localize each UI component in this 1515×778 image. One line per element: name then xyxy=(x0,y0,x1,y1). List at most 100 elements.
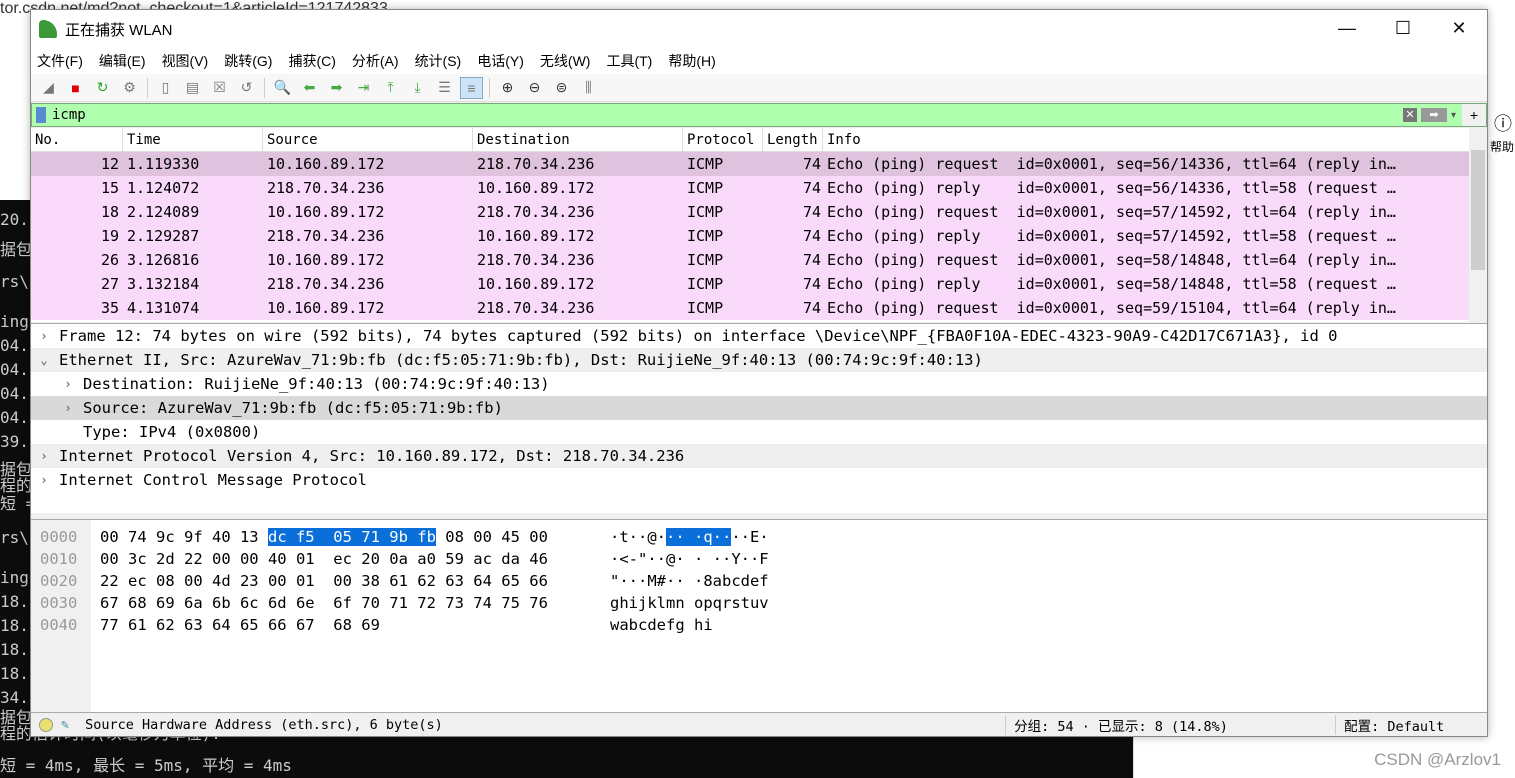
menu-item[interactable]: 工具(T) xyxy=(606,51,652,71)
resize-columns-icon[interactable]: ⫼ xyxy=(577,77,600,99)
column-header-info[interactable]: Info xyxy=(823,128,1487,151)
clear-filter-icon[interactable]: ✕ xyxy=(1402,108,1417,122)
stop-icon[interactable]: ■ xyxy=(64,77,87,99)
reload-icon[interactable]: ↺ xyxy=(235,77,258,99)
menu-item[interactable]: 统计(S) xyxy=(415,51,462,71)
apply-filter-icon[interactable]: ➡ xyxy=(1420,108,1447,122)
menu-item[interactable]: 帮助(H) xyxy=(668,51,715,71)
packet-cell: 10.160.89.172 xyxy=(477,179,595,197)
detail-tree-item[interactable]: › Destination: RuijieNe_9f:40:13 (00:74:9… xyxy=(31,372,1487,396)
packet-row[interactable]: 18 2.124089 10.160.89.172 218.70.34.236 ICMP… xyxy=(31,200,1469,224)
collapsed-chevron-icon[interactable]: › xyxy=(59,396,77,420)
minimize-button[interactable]: — xyxy=(1319,10,1375,48)
packet-row[interactable]: 26 3.126816 10.160.89.172 218.70.34.236 ICMP… xyxy=(31,248,1469,272)
expanded-chevron-icon[interactable]: ⌄ xyxy=(35,348,53,372)
detail-tree-item[interactable]: › Source: AzureWav_71:9b:fb (dc:f5:05:71:… xyxy=(31,396,1487,420)
column-header-destination[interactable]: Destination xyxy=(473,128,683,151)
last-packet-icon[interactable]: ⤓ xyxy=(406,77,429,99)
menu-item[interactable]: 文件(F) xyxy=(37,51,83,71)
collapsed-chevron-icon[interactable]: › xyxy=(35,444,53,468)
packet-cell: 2.124089 xyxy=(127,203,200,221)
packet-cell: 15 xyxy=(100,179,119,197)
edit-comment-icon[interactable]: ✎ xyxy=(61,717,69,733)
packet-list: No. Time Source Destination Protocol Length In… xyxy=(31,128,1487,322)
ascii-b: ··E· xyxy=(731,528,769,546)
packet-row[interactable]: 35 4.131074 10.160.89.172 218.70.34.236 ICMP… xyxy=(31,296,1469,320)
forward-icon[interactable]: ➡ xyxy=(325,77,348,99)
save-file-icon[interactable]: ▤ xyxy=(181,77,204,99)
zoom-out-icon[interactable]: ⊖ xyxy=(523,77,546,99)
menu-item[interactable]: 视图(V) xyxy=(162,51,209,71)
detail-tree-item[interactable]: › Internet Control Message Protocol xyxy=(31,468,1487,492)
terminal-line: ing xyxy=(0,312,29,331)
back-icon[interactable]: ⬅ xyxy=(298,77,321,99)
status-profile[interactable]: 配置: Default xyxy=(1335,714,1444,735)
colorize-icon[interactable]: ≡ xyxy=(460,76,483,99)
packet-row[interactable]: 27 3.132184 218.70.34.236 10.160.89.172 ICMP… xyxy=(31,272,1469,296)
column-header-source[interactable]: Source xyxy=(263,128,473,151)
detail-tree-item[interactable]: › Frame 12: 74 bytes on wire (592 bits), … xyxy=(31,324,1487,348)
packet-row[interactable]: 15 1.124072 218.70.34.236 10.160.89.172 ICMP… xyxy=(31,176,1469,200)
find-icon[interactable]: 🔍 xyxy=(271,77,294,99)
hex-bytes[interactable]: 67 68 69 6a 6b 6c 6d 6e 6f 70 71 72 73 7… xyxy=(100,592,548,614)
maximize-button[interactable]: ☐ xyxy=(1375,10,1431,48)
terminal-line: 据包 xyxy=(0,240,33,259)
hex-bytes[interactable]: 00 3c 2d 22 00 00 40 01 ec 20 0a a0 59 a… xyxy=(100,548,548,570)
hex-bytes-a: 00 74 9c 9f 40 13 xyxy=(100,528,268,546)
first-packet-icon[interactable]: ⤒ xyxy=(379,77,402,99)
hex-ascii[interactable]: ·<-"··@· · ··Y··F xyxy=(610,548,769,570)
hex-ascii[interactable]: "···M#·· ·8abcdef xyxy=(610,570,769,592)
detail-tree-item[interactable]: › Internet Protocol Version 4, Src: 10.16… xyxy=(31,444,1487,468)
detail-tree-item[interactable]: ⌄ Ethernet II, Src: AzureWav_71:9b:fb (dc… xyxy=(31,348,1487,372)
open-file-icon[interactable]: ▯ xyxy=(154,77,177,99)
detail-tree-item[interactable]: Type: IPv4 (0x0800) xyxy=(31,420,1487,444)
menu-item[interactable]: 无线(W) xyxy=(540,51,591,71)
close-button[interactable]: ✕ xyxy=(1431,10,1487,48)
menu-item[interactable]: 电话(Y) xyxy=(477,51,524,71)
detail-text: Internet Control Message Protocol xyxy=(59,471,367,489)
menu-item[interactable]: 分析(A) xyxy=(352,51,399,71)
filter-dropdown-icon[interactable]: ▾ xyxy=(1451,110,1456,121)
hex-bytes[interactable]: 77 61 62 63 64 65 66 67 68 69 xyxy=(100,614,380,636)
expert-info-icon[interactable] xyxy=(39,717,53,732)
hex-ascii[interactable]: ghijklmn opqrstuv xyxy=(610,592,769,614)
spacer[interactable] xyxy=(59,420,77,444)
hex-bytes[interactable]: 22 ec 08 00 4d 23 00 01 00 38 61 62 63 6… xyxy=(100,570,548,592)
bookmark-icon[interactable] xyxy=(36,107,46,123)
packet-list-scrollbar[interactable] xyxy=(1469,128,1487,322)
ascii-a: "···M#·· ·8abcdef xyxy=(610,572,769,590)
packet-row[interactable]: 19 2.129287 218.70.34.236 10.160.89.172 ICMP… xyxy=(31,224,1469,248)
goto-packet-icon[interactable]: ⇥ xyxy=(352,77,375,99)
column-header-length[interactable]: Length xyxy=(763,128,823,151)
packet-cell: 10.160.89.172 xyxy=(267,299,385,317)
menu-item[interactable]: 跳转(G) xyxy=(224,51,272,71)
menu-item[interactable]: 捕获(C) xyxy=(288,51,335,71)
packet-row[interactable]: 12 1.119330 10.160.89.172 218.70.34.236 ICMP… xyxy=(31,152,1469,176)
terminal-line: 20. xyxy=(0,210,29,229)
column-header-no[interactable]: No. xyxy=(31,128,123,151)
collapsed-chevron-icon[interactable]: › xyxy=(59,372,77,396)
add-filter-button[interactable]: + xyxy=(1462,104,1486,126)
zoom-in-icon[interactable]: ⊕ xyxy=(496,77,519,99)
close-file-icon[interactable]: ☒ xyxy=(208,77,231,99)
packet-cell: 218.70.34.236 xyxy=(477,251,595,269)
menu-item[interactable]: 编辑(E) xyxy=(99,51,146,71)
menu-bar: 文件(F) 编辑(E) 视图(V) 跳转(G) 捕获(C) 分析(A) 统计(S) 电话(Y)… xyxy=(31,48,1487,74)
collapsed-chevron-icon[interactable]: › xyxy=(35,468,53,492)
column-header-protocol[interactable]: Protocol xyxy=(683,128,763,151)
options-gear-icon[interactable]: ⚙ xyxy=(118,77,141,99)
hex-ascii[interactable]: ·t··@··· ·q····E· xyxy=(610,526,769,548)
column-header-time[interactable]: Time xyxy=(123,128,263,151)
packet-cell: 10.160.89.172 xyxy=(477,275,595,293)
autoscroll-icon[interactable]: ☰ xyxy=(433,77,456,99)
filter-input[interactable]: icmp xyxy=(52,107,1403,123)
packet-cell: 74 xyxy=(802,203,821,221)
hex-bytes[interactable]: 00 74 9c 9f 40 13 dc f5 05 71 9b fb 08 0… xyxy=(100,526,548,548)
restart-icon[interactable]: ↻ xyxy=(91,77,114,99)
zoom-normal-icon[interactable]: ⊜ xyxy=(550,77,573,99)
hex-bytes-a: 77 61 62 63 64 65 66 67 68 69 xyxy=(100,616,380,634)
hex-ascii[interactable]: wabcdefg hi xyxy=(610,614,713,636)
packet-cell: Echo (ping) request id=0x0001, seq=57/14… xyxy=(827,203,1396,221)
collapsed-chevron-icon[interactable]: › xyxy=(35,324,53,348)
shark-fin-icon[interactable]: ◢ xyxy=(37,77,60,99)
